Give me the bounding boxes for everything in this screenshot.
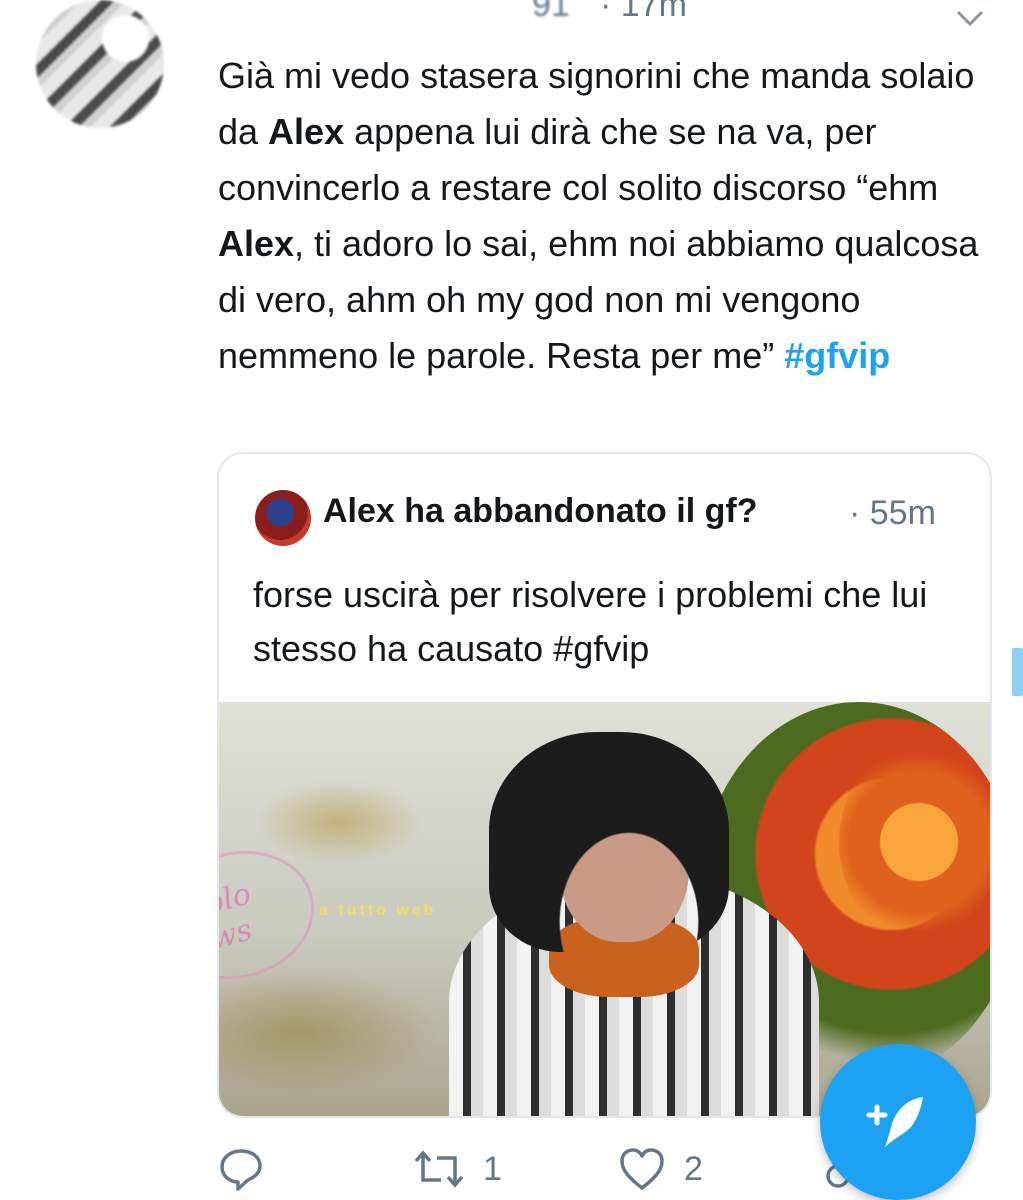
compose-tweet-button[interactable]: [820, 1044, 976, 1200]
retweet-icon: [414, 1150, 464, 1188]
reply-button[interactable]: [218, 1146, 264, 1192]
retweet-button[interactable]: 1: [413, 1146, 502, 1192]
user-handle[interactable]: 91: [220, 0, 570, 25]
time-text: 17m: [620, 0, 687, 24]
hashtag-link[interactable]: #gfvip: [784, 335, 890, 376]
time-separator: ·: [600, 0, 612, 24]
scroll-indicator[interactable]: [1012, 648, 1023, 696]
like-count: 2: [684, 1149, 703, 1188]
quoted-tweet[interactable]: Alex ha abbandonato il gf? · 55m forse u…: [217, 452, 992, 1118]
chevron-down-icon[interactable]: [955, 8, 985, 28]
tweet-timestamp[interactable]: · 17m: [600, 0, 687, 25]
watermark-logo: Vicolo News: [219, 833, 329, 997]
watermark-text: a tutto web: [319, 902, 437, 919]
like-button[interactable]: 2: [618, 1146, 703, 1192]
quoted-timestamp: · 55m: [849, 494, 936, 532]
retweet-count: 1: [483, 1149, 502, 1188]
user-avatar[interactable]: [36, 0, 164, 128]
person-hair: [489, 732, 729, 952]
foliage-decoration: [839, 742, 990, 942]
like-icon: [620, 1148, 664, 1190]
compose-tweet-icon: [866, 1097, 923, 1147]
reply-icon: [220, 1149, 262, 1191]
mention-bold: Alex: [268, 111, 345, 152]
mention-bold: Alex: [218, 223, 295, 264]
tweet-text: Già mi vedo stasera signorini che manda …: [218, 48, 998, 384]
quoted-user-avatar: [255, 490, 311, 546]
quoted-text: forse uscirà per risolvere i problemi ch…: [253, 568, 953, 676]
quoted-user-name: Alex ha abbandonato il gf?: [323, 492, 758, 530]
handle-text: 91: [532, 0, 570, 24]
quoted-hashtag[interactable]: #gfvip: [553, 628, 649, 669]
watermark-logo-text: Vicolo News: [219, 876, 256, 969]
